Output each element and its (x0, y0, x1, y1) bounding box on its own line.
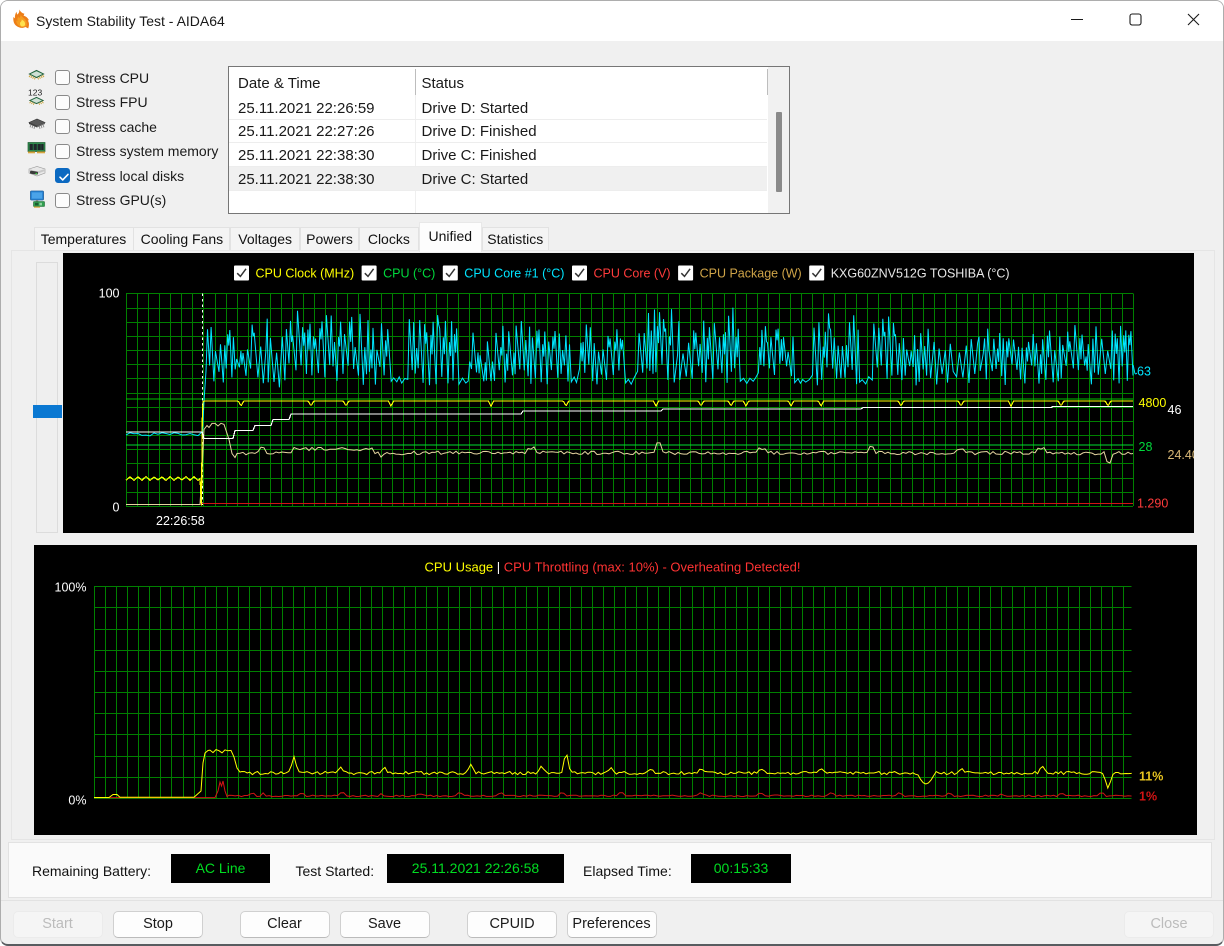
svg-text:63: 63 (1137, 364, 1151, 378)
svg-text:0: 0 (113, 500, 120, 514)
svg-text:CPU Package (W): CPU Package (W) (700, 266, 802, 280)
svg-text:KXG60ZNV512G TOSHIBA (°C): KXG60ZNV512G TOSHIBA (°C) (831, 266, 1010, 280)
svg-text:11%: 11% (1139, 770, 1163, 784)
svg-text:CPU Usage | CPU Throttling (: CPU Usage | CPU Throttling (max: 10%) - … (425, 560, 801, 575)
svg-text:4800: 4800 (1139, 396, 1167, 410)
svg-text:CPU Core #1 (°C): CPU Core #1 (°C) (464, 266, 564, 280)
svg-text:100: 100 (99, 286, 120, 300)
svg-text:123: 123 (28, 88, 42, 98)
svg-text:1.290: 1.290 (1137, 496, 1168, 510)
svg-text:46: 46 (1168, 403, 1182, 417)
svg-text:28: 28 (1139, 440, 1153, 454)
svg-text:24.40: 24.40 (1168, 448, 1195, 462)
svg-text:CPU Core (V): CPU Core (V) (594, 266, 671, 280)
svg-text:0%: 0% (68, 794, 86, 808)
svg-text:CPU (°C): CPU (°C) (383, 266, 435, 280)
svg-text:1%: 1% (1139, 790, 1157, 804)
svg-text:22:26:58: 22:26:58 (156, 514, 205, 528)
svg-text:CPU Clock (MHz): CPU Clock (MHz) (256, 266, 355, 280)
svg-text:100%: 100% (55, 581, 87, 595)
